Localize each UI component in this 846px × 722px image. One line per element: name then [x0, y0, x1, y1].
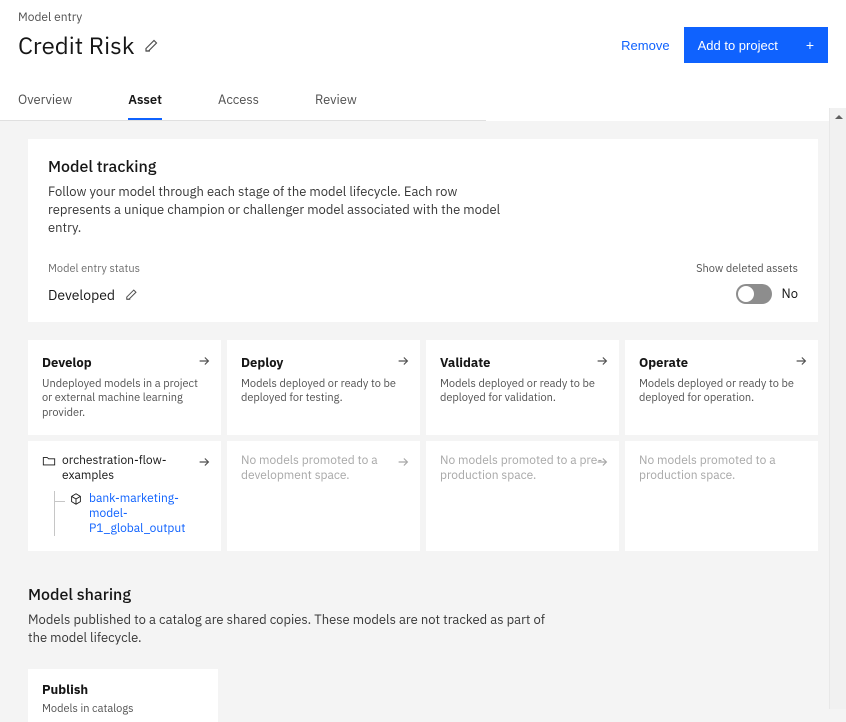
tab-asset[interactable]: Asset — [128, 81, 162, 120]
tab-review[interactable]: Review — [315, 81, 357, 120]
arrow-right-icon — [595, 354, 609, 368]
stage-title: Develop — [42, 354, 205, 371]
model-sharing-title: Model sharing — [28, 585, 818, 605]
edit-status-icon[interactable] — [125, 287, 141, 303]
model-tracking-description: Follow your model through each stage of … — [48, 183, 508, 238]
model-sharing-section: Model sharing Models published to a cata… — [28, 585, 818, 722]
model-link[interactable]: bank-marketing-model-P1_global_output — [89, 491, 207, 536]
model-sharing-description: Models published to a catalog are shared… — [28, 611, 548, 647]
edit-icon[interactable] — [144, 37, 160, 53]
stage-head-deploy: Deploy Models deployed or ready to be de… — [227, 340, 420, 436]
show-deleted-toggle[interactable] — [736, 284, 772, 304]
status-value: Developed — [48, 286, 115, 304]
model-icon — [69, 492, 83, 506]
stage-head-operate: Operate Models deployed or ready to be d… — [625, 340, 818, 436]
main-scroll-area[interactable]: Model tracking Follow your model through… — [0, 121, 846, 722]
remove-button[interactable]: Remove — [621, 38, 669, 53]
folder-icon — [42, 454, 56, 468]
tab-access[interactable]: Access — [218, 81, 259, 120]
stage-desc: Models deployed or ready to be deployed … — [241, 377, 404, 407]
arrow-right-icon — [794, 354, 808, 368]
stage-body-validate: No models promoted to a pre-production s… — [426, 441, 619, 551]
empty-text: No models promoted to a development spac… — [241, 453, 378, 483]
scroll-up-icon[interactable] — [830, 108, 846, 125]
publish-head: Publish Models in catalogs — [28, 669, 218, 722]
tabs: Overview Asset Access Review — [0, 81, 486, 121]
arrow-right-icon — [595, 455, 609, 469]
model-tracking-card: Model tracking Follow your model through… — [28, 139, 818, 322]
stage-desc: Models deployed or ready to be deployed … — [440, 377, 603, 407]
stage-body-operate: No models promoted to a production space… — [625, 441, 818, 551]
stage-header-row: Develop Undeployed models in a project o… — [28, 340, 818, 436]
stage-body-deploy: No models promoted to a development spac… — [227, 441, 420, 551]
stage-title: Validate — [440, 354, 603, 371]
tab-overview[interactable]: Overview — [18, 81, 72, 120]
toggle-label: Show deleted assets — [696, 262, 798, 276]
arrow-right-icon — [396, 455, 410, 469]
folder-name: orchestration-flow-examples — [62, 453, 207, 483]
stage-head-develop: Develop Undeployed models in a project o… — [28, 340, 221, 436]
stage-body-row: orchestration-flow-examples bank-marketi… — [28, 441, 818, 551]
breadcrumb: Model entry — [18, 10, 828, 25]
stage-title: Deploy — [241, 354, 404, 371]
scrollbar[interactable] — [829, 108, 846, 709]
stage-desc: Undeployed models in a project or extern… — [42, 377, 205, 422]
stage-title: Operate — [639, 354, 802, 371]
stage-body-develop: orchestration-flow-examples bank-marketi… — [28, 441, 221, 551]
publish-subtitle: Models in catalogs — [42, 702, 204, 716]
publish-title: Publish — [42, 681, 204, 698]
model-tracking-title: Model tracking — [48, 157, 798, 177]
stage-desc: Models deployed or ready to be deployed … — [639, 377, 802, 407]
stage-head-validate: Validate Models deployed or ready to be … — [426, 340, 619, 436]
empty-text: No models promoted to a production space… — [639, 453, 776, 483]
empty-text: No models promoted to a pre-production s… — [440, 453, 602, 483]
page-title: Credit Risk — [18, 29, 134, 61]
add-to-project-label: Add to project — [698, 38, 778, 53]
toggle-value: No — [782, 285, 798, 302]
arrow-right-icon — [197, 354, 211, 368]
arrow-right-icon — [197, 455, 211, 469]
plus-icon: + — [806, 37, 814, 53]
status-label: Model entry status — [48, 262, 141, 276]
add-to-project-button[interactable]: Add to project + — [684, 27, 828, 63]
arrow-right-icon — [396, 354, 410, 368]
